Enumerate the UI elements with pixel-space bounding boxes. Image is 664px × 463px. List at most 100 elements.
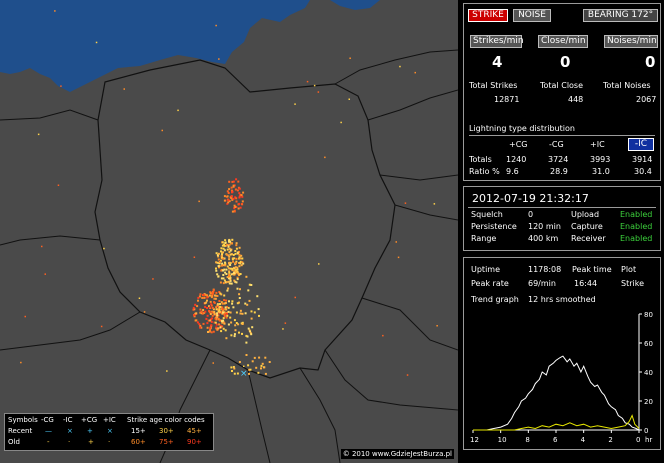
legend-recent-label: Recent xyxy=(8,427,33,435)
strike-marker xyxy=(210,304,213,307)
strike-marker xyxy=(268,361,271,363)
noises-per-min-button[interactable]: Noises/min xyxy=(604,35,658,48)
strike-marker xyxy=(261,362,264,365)
strike-marker xyxy=(221,308,224,311)
strike-marker xyxy=(231,302,234,305)
strike-marker xyxy=(41,245,43,248)
strike-marker xyxy=(193,314,196,317)
strikes-per-min-button[interactable]: Strikes/min xyxy=(470,35,524,48)
plot-strike-value: Strike xyxy=(621,279,644,288)
strike-marker xyxy=(233,210,236,213)
strike-marker xyxy=(234,250,237,252)
strike-marker xyxy=(317,91,320,93)
lightning-map[interactable]: × Symbols -CG -IC +CG +IC Recent — × + ×… xyxy=(0,0,458,463)
strike-marker xyxy=(239,262,242,265)
strike-marker xyxy=(219,281,222,284)
strike-marker xyxy=(225,337,228,340)
strike-marker xyxy=(235,242,238,245)
x-tick-label: 0 xyxy=(636,436,640,444)
peak-rate-value: 69/min xyxy=(528,279,556,288)
strike-marker xyxy=(152,278,154,280)
strike-marker xyxy=(223,294,226,297)
strike-marker xyxy=(230,321,233,324)
strike-marker xyxy=(209,306,211,309)
ratio-ic-pos: 31.0 xyxy=(592,167,610,176)
ratio-cg-pos: 9.6 xyxy=(506,167,519,176)
strike-marker xyxy=(238,192,241,195)
total-noises-label: Total Noises xyxy=(603,81,651,90)
stats-box: STRIKE NOISE BEARING 172° Strikes/min Cl… xyxy=(463,3,661,181)
upload-label: Upload xyxy=(571,210,600,219)
strike-marker xyxy=(218,323,221,326)
strike-marker xyxy=(215,24,217,27)
legend-age-60: 60+ xyxy=(131,438,146,446)
strike-marker xyxy=(226,314,229,317)
legend-col-cg-pos: +CG xyxy=(81,416,98,424)
strike-marker xyxy=(250,317,253,320)
dist-col-ic-neg-button[interactable]: -IC xyxy=(628,138,654,151)
strike-marker xyxy=(208,294,211,297)
strike-marker xyxy=(236,278,239,281)
strike-marker xyxy=(198,323,201,326)
recent-strike-marker: × xyxy=(240,369,248,379)
distribution-divider xyxy=(469,135,655,136)
persistence-label: Persistence xyxy=(471,222,517,231)
strike-marker xyxy=(228,188,231,191)
strike-marker xyxy=(238,253,241,256)
legend-col-ic-neg: -IC xyxy=(63,416,73,424)
strike-marker xyxy=(212,362,214,364)
strike-marker xyxy=(232,306,235,309)
legend-old-cg-neg-icon: - xyxy=(47,438,50,446)
strike-marker xyxy=(217,275,220,278)
bearing-button[interactable]: BEARING 172° xyxy=(583,9,658,22)
strike-marker xyxy=(239,309,242,312)
datetime-display: 2012-07-19 21:32:17 xyxy=(472,192,589,205)
strike-button[interactable]: STRIKE xyxy=(468,9,508,22)
strike-marker xyxy=(221,320,223,323)
strike-marker xyxy=(294,103,296,105)
strike-marker xyxy=(313,84,316,87)
strike-marker xyxy=(228,275,230,278)
strike-marker xyxy=(143,311,146,313)
legend-old-cg-pos-icon: + xyxy=(88,438,94,446)
range-label: Range xyxy=(471,234,497,243)
strike-marker xyxy=(177,109,179,112)
strike-marker xyxy=(197,299,199,302)
strike-marker xyxy=(235,247,238,250)
strike-marker xyxy=(204,293,207,296)
upload-status: Enabled xyxy=(620,210,653,219)
strike-marker xyxy=(232,184,235,187)
strike-marker xyxy=(212,289,215,292)
strike-marker xyxy=(214,321,217,324)
strike-marker xyxy=(340,121,342,124)
strike-marker xyxy=(231,180,234,183)
close-per-min-button[interactable]: Close/min xyxy=(538,35,588,48)
strike-marker xyxy=(245,334,248,337)
strike-marker xyxy=(231,210,234,213)
strike-marker xyxy=(221,244,224,247)
strike-marker xyxy=(193,256,196,258)
strike-marker xyxy=(225,299,228,302)
strike-marker xyxy=(229,316,232,319)
strike-marker xyxy=(230,366,233,369)
strike-marker xyxy=(241,257,244,260)
noise-button[interactable]: NOISE xyxy=(513,9,551,22)
strike-marker xyxy=(241,323,244,325)
legend-col-ic-pos: +IC xyxy=(103,416,116,424)
strike-marker xyxy=(192,308,195,311)
strike-marker xyxy=(238,187,241,190)
strike-marker xyxy=(231,191,233,194)
strike-marker xyxy=(226,265,229,268)
strike-marker xyxy=(264,356,267,359)
strike-marker xyxy=(229,264,232,266)
y-tick-label: 20 xyxy=(644,398,653,406)
receiver-label: Receiver xyxy=(571,234,606,243)
strike-marker xyxy=(218,319,221,322)
strike-marker xyxy=(209,319,212,322)
strike-marker xyxy=(232,197,235,200)
strike-marker xyxy=(233,367,236,370)
strike-marker xyxy=(228,300,230,303)
strike-marker xyxy=(248,372,250,375)
strike-marker xyxy=(230,186,233,189)
strike-marker xyxy=(223,302,226,305)
